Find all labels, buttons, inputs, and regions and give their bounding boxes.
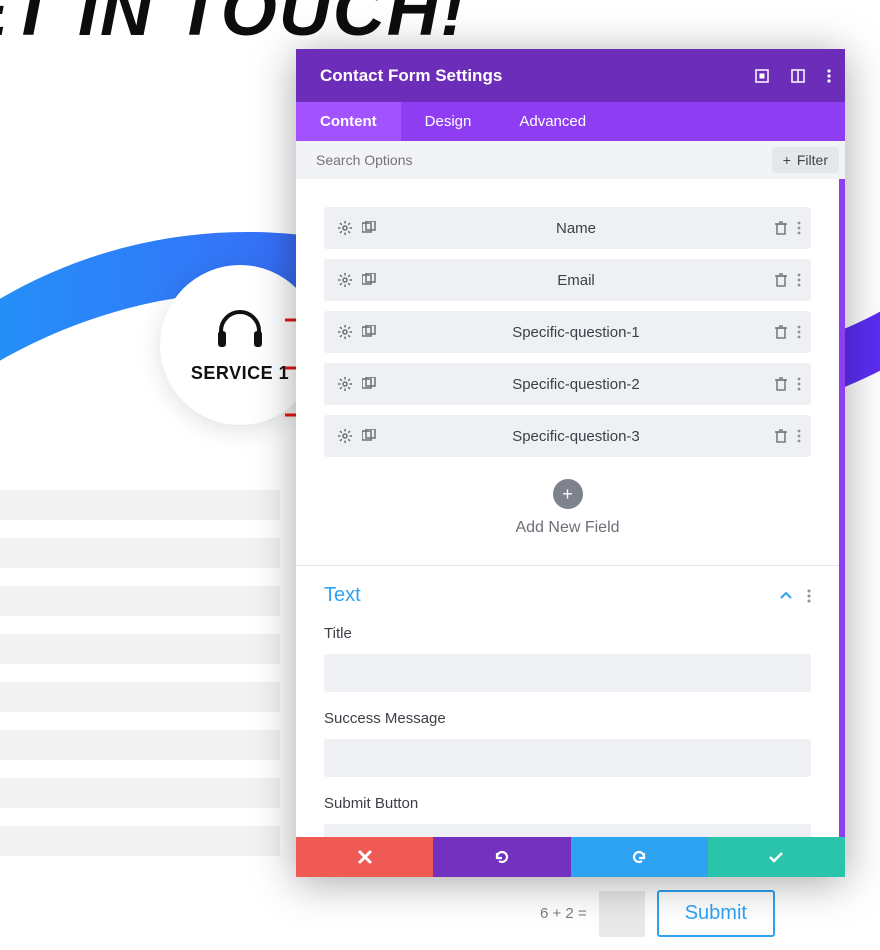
tab-design[interactable]: Design [401, 102, 496, 141]
modal-body: Name Email Specific-question-1 [296, 179, 845, 837]
field-label: Specific-question-1 [377, 324, 775, 341]
field-row[interactable]: Specific-question-3 [324, 415, 811, 457]
more-icon[interactable] [827, 69, 831, 83]
redo-button[interactable] [571, 837, 708, 877]
add-field-label: Add New Field [296, 519, 839, 537]
trash-icon[interactable] [775, 325, 787, 339]
submit-btn-label: Submit Button [324, 795, 811, 812]
gear-icon[interactable] [338, 273, 352, 287]
modal-title: Contact Form Settings [320, 66, 502, 86]
more-icon[interactable] [797, 377, 801, 391]
more-icon[interactable] [797, 325, 801, 339]
add-field-button[interactable]: + [553, 479, 583, 509]
success-label: Success Message [324, 710, 811, 727]
undo-button[interactable] [433, 837, 570, 877]
expand-icon[interactable] [755, 69, 769, 83]
check-icon [768, 851, 784, 863]
trash-icon[interactable] [775, 377, 787, 391]
settings-modal: Contact Form Settings Content Design Adv… [296, 49, 845, 877]
more-icon[interactable] [797, 273, 801, 287]
duplicate-icon[interactable] [362, 325, 377, 339]
bg-placeholder-bars [0, 490, 280, 874]
captcha-row: 6 + 2 = Submit [540, 890, 775, 937]
field-row[interactable]: Specific-question-2 [324, 363, 811, 405]
trash-icon[interactable] [775, 273, 787, 287]
search-input[interactable] [316, 152, 772, 168]
filter-label: Filter [797, 152, 828, 168]
success-input[interactable] [324, 739, 811, 777]
field-row[interactable]: Name [324, 207, 811, 249]
more-icon[interactable] [807, 589, 811, 603]
field-label: Specific-question-2 [377, 376, 775, 393]
panel-icon[interactable] [791, 69, 805, 83]
text-section-heading[interactable]: Text [324, 584, 361, 607]
submit-btn-input[interactable] [324, 824, 811, 837]
headphones-icon [215, 307, 265, 349]
more-icon[interactable] [797, 429, 801, 443]
page-heading: ET IN TOUCH! [0, 0, 467, 52]
field-label: Name [377, 220, 775, 237]
filter-button[interactable]: + Filter [772, 147, 839, 173]
redo-icon [631, 849, 647, 865]
captcha-question: 6 + 2 = [540, 905, 587, 922]
service-label: SERVICE 1 [191, 363, 289, 384]
gear-icon[interactable] [338, 377, 352, 391]
duplicate-icon[interactable] [362, 273, 377, 287]
save-button[interactable] [708, 837, 845, 877]
modal-tabs: Content Design Advanced [296, 102, 845, 141]
field-row[interactable]: Specific-question-1 [324, 311, 811, 353]
gear-icon[interactable] [338, 221, 352, 235]
gear-icon[interactable] [338, 325, 352, 339]
title-label: Title [324, 625, 811, 642]
captcha-input[interactable] [599, 891, 645, 937]
duplicate-icon[interactable] [362, 429, 377, 443]
field-label: Email [377, 272, 775, 289]
field-label: Specific-question-3 [377, 428, 775, 445]
title-input[interactable] [324, 654, 811, 692]
search-bar: + Filter [296, 141, 845, 179]
close-icon [358, 850, 372, 864]
field-row[interactable]: Email [324, 259, 811, 301]
submit-button[interactable]: Submit [657, 890, 775, 937]
duplicate-icon[interactable] [362, 221, 377, 235]
undo-icon [494, 849, 510, 865]
modal-header: Contact Form Settings [296, 49, 845, 102]
trash-icon[interactable] [775, 221, 787, 235]
gear-icon[interactable] [338, 429, 352, 443]
more-icon[interactable] [797, 221, 801, 235]
chevron-up-icon[interactable] [779, 591, 793, 601]
trash-icon[interactable] [775, 429, 787, 443]
duplicate-icon[interactable] [362, 377, 377, 391]
tab-advanced[interactable]: Advanced [495, 102, 610, 141]
tab-content[interactable]: Content [296, 102, 401, 141]
cancel-button[interactable] [296, 837, 433, 877]
modal-actions [296, 837, 845, 877]
plus-icon: + [783, 152, 791, 168]
